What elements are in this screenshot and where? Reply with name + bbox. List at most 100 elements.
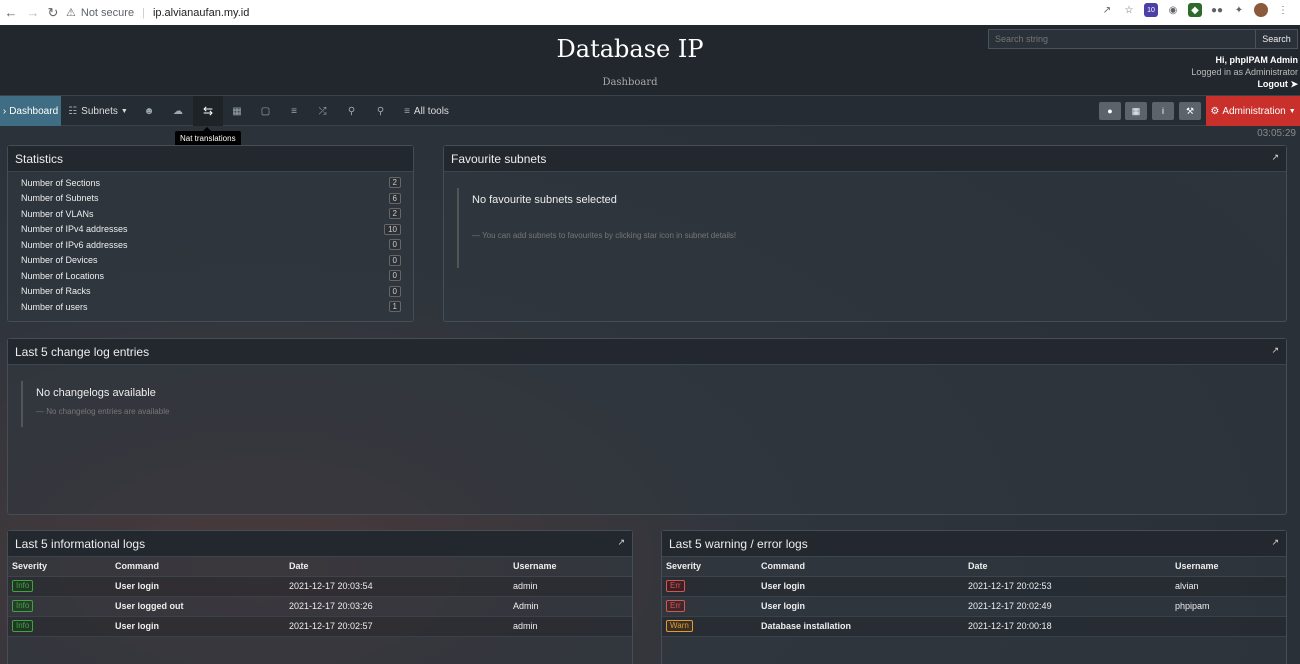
users-icon: ☻ <box>143 105 155 117</box>
date-cell: 2021-12-17 20:00:18 <box>964 616 1171 637</box>
external-link-icon[interactable]: ↗ <box>1271 537 1279 548</box>
favourites-header: Favourite subnets ↗ <box>444 146 1286 172</box>
stat-row: Number of IPv6 addresses 0 <box>8 237 413 253</box>
key-icon: ⚲ <box>347 105 356 117</box>
severity-badge: Info <box>12 600 34 612</box>
extension-icons: ↗ ☆ 10 ◉ ◆ ●● ✦ ⋮ <box>1100 3 1290 17</box>
profile-avatar-icon[interactable] <box>1254 3 1268 17</box>
favourites-empty: No favourite subnets selected — You can … <box>457 188 736 268</box>
external-link-icon[interactable]: ↗ <box>1271 152 1279 163</box>
search-form: Search <box>988 29 1298 49</box>
puzzle-icon[interactable]: ✦ <box>1232 3 1246 17</box>
statistics-panel: Statistics Number of Sections 2 Number of … <box>7 145 414 322</box>
nav-nat[interactable]: ⇆ <box>193 96 223 126</box>
info-button[interactable]: i <box>1152 102 1174 120</box>
stat-row: Number of Devices 0 <box>8 253 413 269</box>
stat-count-badge: 1 <box>388 301 401 313</box>
search-input[interactable] <box>988 29 1256 49</box>
user-greeting: Hi, phpIPAM Admin <box>1215 55 1299 65</box>
table-row: Info User logged out 2021-12-17 20:03:26 Ad… <box>8 596 632 617</box>
cloud-icon: ☁ <box>173 105 183 117</box>
stat-row: Number of IPv4 addresses 10 <box>8 222 413 238</box>
warning-icon: ⚠ <box>66 7 76 19</box>
address-separator: | <box>142 6 145 19</box>
reload-icon[interactable]: ↻ <box>42 0 64 25</box>
nav-search[interactable]: ⚲ <box>366 96 395 126</box>
favourites-title: Favourite subnets <box>451 151 547 166</box>
main-navbar: › Dashboard ☷ Subnets ▼ ☻ ☁ ⇆ ▦ ▢ ≡ ⤮ ⚲ … <box>0 95 1300 126</box>
nav-key[interactable]: ⚲ <box>337 96 366 126</box>
share-icon[interactable]: ↗ <box>1100 3 1114 17</box>
widgets-button[interactable]: ▦ <box>1125 102 1147 120</box>
gear-icon: ⚙ <box>1210 105 1220 117</box>
menu-dots-icon[interactable]: ⋮ <box>1276 3 1290 17</box>
external-link-icon[interactable]: ↗ <box>617 537 625 548</box>
error-logs-panel: Last 5 warning / error logs ↗ Severity C… <box>661 530 1287 664</box>
nav-all-tools[interactable]: ≡ All tools <box>395 96 458 126</box>
severity-cell: Info <box>8 576 111 597</box>
nav-random[interactable]: ⤮ <box>308 96 337 126</box>
stat-row: Number of Subnets 6 <box>8 191 413 207</box>
external-link-icon[interactable]: ↗ <box>1271 345 1279 356</box>
stat-row: Number of Locations 0 <box>8 268 413 284</box>
favourites-empty-sub: — You can add subnets to favourites by c… <box>472 231 737 240</box>
caret-down-icon: ▼ <box>120 107 128 115</box>
administration-menu[interactable]: ⚙ Administration ▼ <box>1206 96 1300 126</box>
forward-icon[interactable]: → <box>22 0 44 25</box>
nav-devices[interactable]: ▢ <box>251 96 280 126</box>
changelog-empty-sub: — No changelog entries are available <box>36 407 170 416</box>
stat-count-badge: 2 <box>388 208 401 220</box>
extension-badge-count: 10 <box>1147 6 1155 14</box>
favourites-empty-title: No favourite subnets selected <box>472 194 617 206</box>
col-username: Username <box>1171 557 1286 577</box>
logout-icon: ➤ <box>1290 79 1298 89</box>
nav-map[interactable]: ▦ <box>223 96 251 126</box>
nav-subnets[interactable]: ☷ Subnets ▼ <box>61 96 135 126</box>
extension-badge-icon[interactable]: 10 <box>1144 3 1158 17</box>
severity-badge: Warn <box>666 620 693 632</box>
glasses-icon[interactable]: ●● <box>1210 3 1224 17</box>
col-date: Date <box>285 557 509 577</box>
username-cell: Admin <box>509 596 632 617</box>
logout-link[interactable]: Logout ➤ <box>1191 78 1298 90</box>
stat-count-badge: 10 <box>384 223 401 235</box>
nav-dashboard-label: Dashboard <box>9 105 59 117</box>
exchange-icon: ⇆ <box>202 104 214 118</box>
stat-label: Number of users <box>21 301 88 312</box>
table-header-row: Severity Command Date Username <box>8 557 632 577</box>
nav-subnets-label: Subnets <box>81 105 118 117</box>
stat-label: Number of IPv6 addresses <box>21 239 128 250</box>
stat-label: Number of Racks <box>21 286 91 297</box>
nav-users-icon[interactable]: ☻ <box>135 96 163 126</box>
nav-list[interactable]: ≡ <box>280 96 308 126</box>
address-bar[interactable]: ⚠ Not secure | ip.alvianaufan.my.id <box>66 2 1156 23</box>
cube-icon[interactable]: ◆ <box>1188 3 1202 17</box>
changelog-empty: No changelogs available — No changelog e… <box>21 381 169 427</box>
tools-button[interactable]: ⚒ <box>1179 102 1201 120</box>
table-row: Err User login 2021-12-17 20:02:53 alvian <box>662 576 1286 597</box>
stat-row: Number of Sections 2 <box>8 175 413 191</box>
nav-dashboard[interactable]: › Dashboard <box>0 96 61 126</box>
username-cell: admin <box>509 576 632 597</box>
error-logs-title: Last 5 warning / error logs <box>669 536 808 551</box>
back-icon[interactable]: ← <box>0 0 22 25</box>
camera-icon[interactable]: ◉ <box>1166 3 1180 17</box>
severity-cell: Info <box>8 616 111 637</box>
command-cell: User login <box>111 616 285 637</box>
stat-count-badge: 0 <box>388 270 401 282</box>
col-severity: Severity <box>662 557 757 577</box>
username-cell: alvian <box>1171 576 1286 597</box>
changelog-panel: Last 5 change log entries ↗ No changelog… <box>7 338 1287 515</box>
star-icon[interactable]: ☆ <box>1122 3 1136 17</box>
stat-row: Number of users 1 <box>8 299 413 315</box>
table-row: Info User login 2021-12-17 20:02:57 admin <box>8 616 632 637</box>
nav-cloud[interactable]: ☁ <box>163 96 193 126</box>
severity-cell: Err <box>662 596 757 617</box>
browser-toolbar: ← → ↻ ⚠ Not secure | ip.alvianaufan.my.i… <box>0 0 1300 25</box>
info-logs-header: Last 5 informational logs ↗ <box>8 531 632 557</box>
page-subtitle: Dashboard <box>602 77 658 88</box>
col-command: Command <box>111 557 285 577</box>
dashboard-button[interactable]: ● <box>1099 102 1121 120</box>
search-button[interactable]: Search <box>1256 29 1298 49</box>
command-cell: User logged out <box>111 596 285 617</box>
